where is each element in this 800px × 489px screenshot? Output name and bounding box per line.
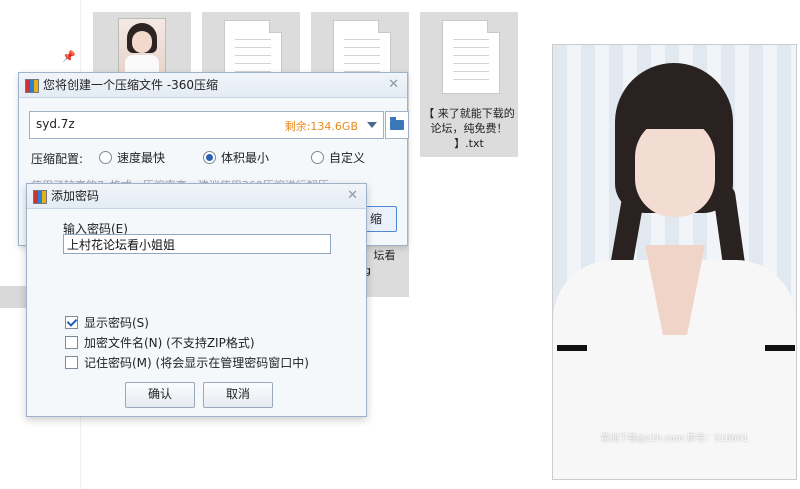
- password-input[interactable]: [63, 234, 331, 254]
- browse-folder-button[interactable]: [385, 111, 409, 139]
- encrypt-filenames-label: 加密文件名(N) (不支持ZIP格式): [84, 336, 255, 350]
- photo-watermark: 黄油下载@z1h.com 房号：510601: [600, 434, 749, 444]
- dialog-title: 您将创建一个压缩文件 -360压缩: [43, 78, 219, 92]
- option-custom-label: 自定义: [329, 151, 366, 165]
- option-smallest[interactable]: 体积最小: [203, 149, 269, 166]
- show-password-option[interactable]: 显示密码(S): [65, 314, 149, 331]
- encrypt-filenames-option[interactable]: 加密文件名(N) (不支持ZIP格式): [65, 334, 255, 351]
- free-space-label: 剩余:134.6GB: [284, 120, 358, 133]
- dialog-titlebar[interactable]: 您将创建一个压缩文件 -360压缩 ✕: [19, 73, 407, 98]
- show-password-label: 显示密码(S): [84, 316, 149, 330]
- remember-password-option[interactable]: 记住密码(M) (将会显示在管理密码窗口中): [65, 354, 309, 371]
- option-custom[interactable]: 自定义: [311, 149, 365, 166]
- archive-path-value: syd.7z: [36, 117, 75, 131]
- text-file-icon: [442, 20, 500, 94]
- cancel-button[interactable]: 取消: [203, 382, 273, 408]
- archive-app-icon: [25, 79, 39, 93]
- confirm-button[interactable]: 确认: [125, 382, 195, 408]
- remember-password-checkbox[interactable]: [65, 356, 78, 369]
- remember-password-label: 记住密码(M) (将会显示在管理密码窗口中): [84, 356, 309, 370]
- password-dialog-title: 添加密码: [51, 189, 100, 203]
- encrypt-filenames-checkbox[interactable]: [65, 336, 78, 349]
- archive-app-icon: [33, 190, 47, 204]
- close-icon[interactable]: ✕: [347, 184, 358, 208]
- path-dropdown-button[interactable]: [361, 111, 384, 139]
- folder-icon: [390, 117, 404, 130]
- add-password-dialog: 添加密码 ✕ 输入密码(E) 显示密码(S) 加密文件名(N) (不支持ZIP格…: [26, 183, 367, 417]
- pin-icon[interactable]: 📌: [62, 50, 76, 63]
- option-fastest-label: 速度最快: [117, 151, 166, 165]
- photo-preview: 黄油下载@z1h.com 房号：510601: [552, 44, 797, 480]
- radio-fastest[interactable]: [99, 151, 112, 164]
- radio-smallest[interactable]: [203, 151, 216, 164]
- image-thumbnail: [118, 18, 166, 76]
- archive-path-input[interactable]: syd.7z 剩余:134.6GB: [29, 111, 363, 139]
- file-name-label[interactable]: 【 来了就能下载的论坛，纯免费！ 】.txt: [423, 106, 515, 151]
- show-password-checkbox[interactable]: [65, 316, 78, 329]
- config-label: 压缩配置:: [31, 152, 84, 166]
- radio-custom[interactable]: [311, 151, 324, 164]
- password-dialog-titlebar[interactable]: 添加密码 ✕: [27, 184, 366, 209]
- close-icon[interactable]: ✕: [388, 73, 399, 97]
- option-smallest-label: 体积最小: [221, 151, 270, 165]
- option-fastest[interactable]: 速度最快: [99, 149, 165, 166]
